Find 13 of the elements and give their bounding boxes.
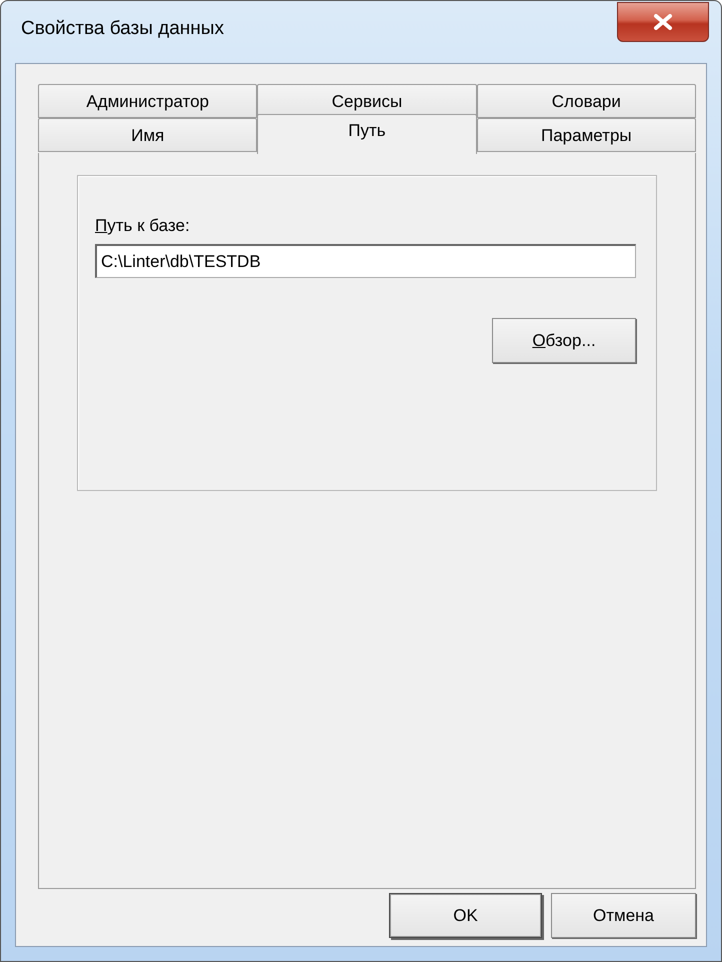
tab[interactable]: Словари — [476, 84, 696, 118]
tab[interactable]: Путь — [257, 114, 477, 154]
close-button[interactable] — [617, 2, 709, 42]
field-label: Путь к базе: — [95, 216, 191, 236]
tab[interactable]: Имя — [38, 118, 258, 152]
browse-button[interactable]: Обзор... — [492, 318, 636, 363]
cancel-button[interactable]: Отмена — [551, 893, 696, 938]
tab[interactable]: Параметры — [476, 118, 696, 152]
path-input-field[interactable]: C:\Linter\db\TESTDB — [95, 244, 636, 278]
ok-button[interactable]: OK — [389, 893, 542, 938]
window-title: Свойства базы данных — [21, 18, 224, 40]
tab[interactable]: Администратор — [38, 84, 258, 118]
close-icon — [653, 14, 673, 30]
